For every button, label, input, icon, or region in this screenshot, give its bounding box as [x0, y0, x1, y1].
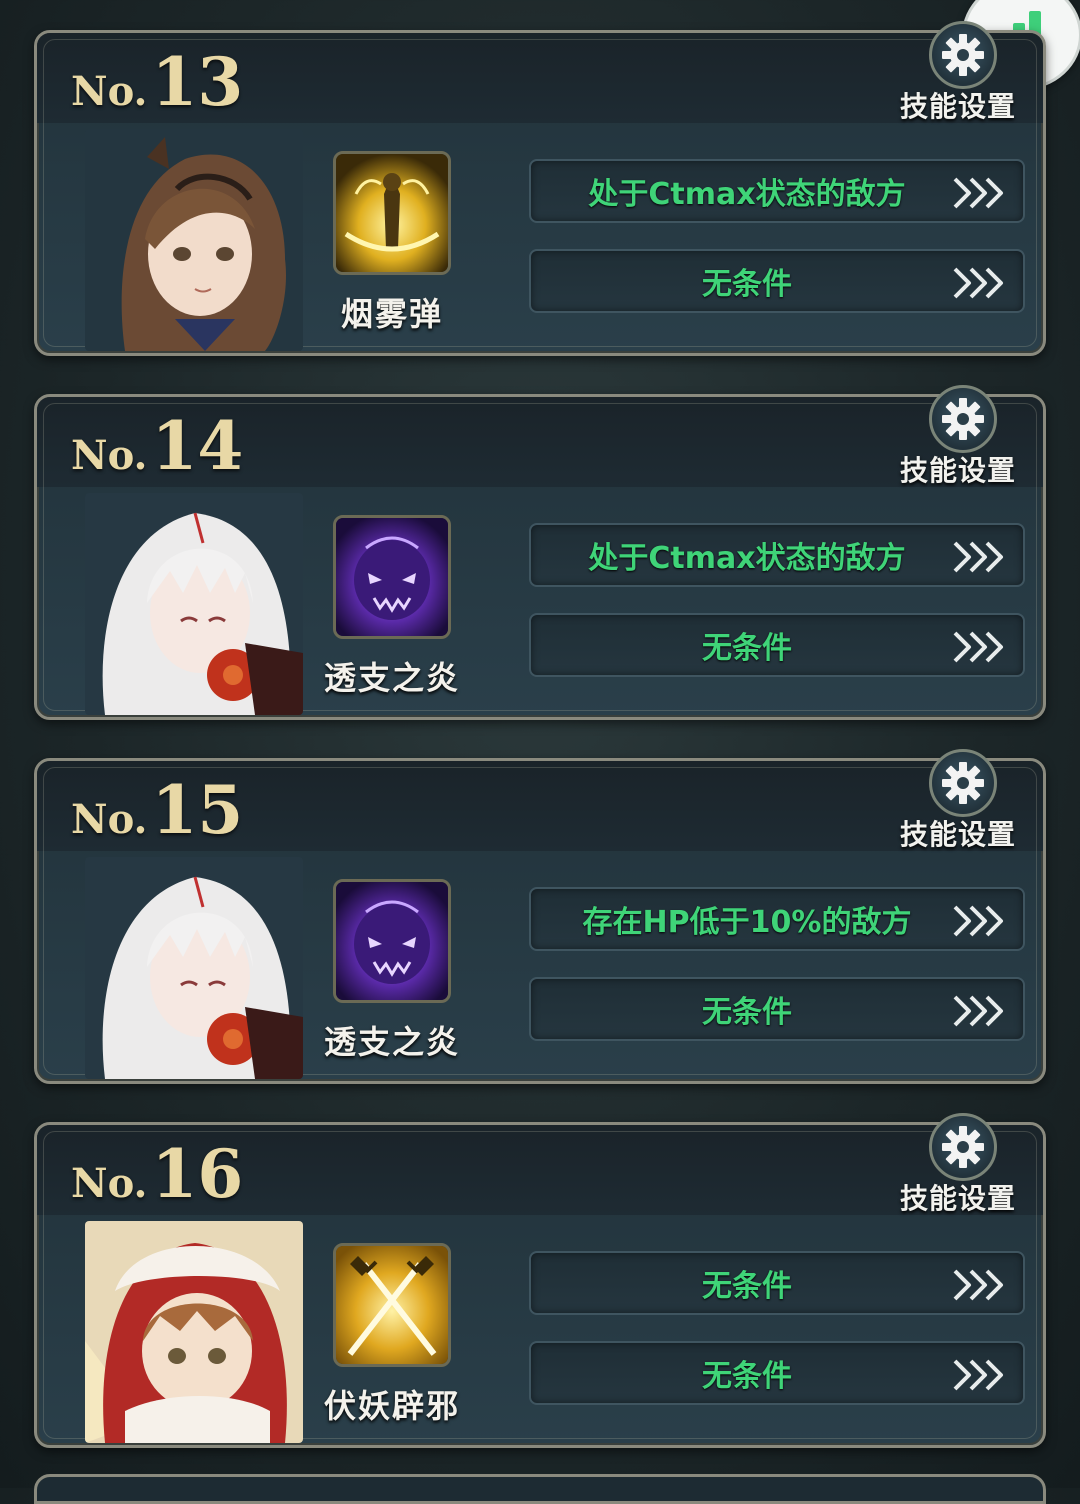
skill-settings-button[interactable]: 技能设置 — [893, 21, 1023, 131]
slot-number: No.15 — [71, 771, 244, 849]
next-card-edge — [34, 1474, 1046, 1504]
condition-selector[interactable]: 无条件 — [529, 1251, 1025, 1315]
slot-number: No.13 — [71, 43, 244, 121]
gear-icon — [929, 1113, 997, 1181]
gear-icon — [929, 21, 997, 89]
skill-slot-card: No.14 技能设置 透支之炎 处于Ctmax状态的敌方 无条件 — [34, 385, 1046, 720]
smoke-bomb-icon — [336, 154, 448, 272]
condition-selector[interactable]: 无条件 — [529, 1341, 1025, 1405]
skill-slot-card: No.13 技能设置 烟雾弹 处于Ctmax状态的敌方 无条件 — [34, 21, 1046, 356]
triple-chevron-icon — [953, 177, 1003, 209]
triple-chevron-icon — [953, 541, 1003, 573]
character-portrait[interactable] — [85, 129, 303, 351]
character-portrait[interactable] — [85, 1221, 303, 1443]
character-portrait[interactable] — [85, 493, 303, 715]
skill-name: 透支之炎 — [323, 1023, 460, 1061]
character-portrait[interactable] — [85, 857, 303, 1079]
triple-chevron-icon — [953, 267, 1003, 299]
winter-hood-girl-portrait — [85, 1221, 303, 1443]
gear-icon — [929, 749, 997, 817]
skill-icon[interactable] — [333, 879, 451, 1003]
triple-chevron-icon — [953, 1359, 1003, 1391]
triple-chevron-icon — [953, 631, 1003, 663]
condition-selector[interactable]: 无条件 — [529, 613, 1025, 677]
triple-chevron-icon — [953, 1269, 1003, 1301]
skill-icon[interactable] — [333, 151, 451, 275]
purple-flame-icon — [336, 882, 448, 1000]
condition-selector[interactable]: 存在HP低于10%的敌方 — [529, 887, 1025, 951]
slot-number: No.14 — [71, 407, 244, 485]
crossed-swords-icon — [336, 1246, 448, 1364]
condition-selector[interactable]: 处于Ctmax状态的敌方 — [529, 523, 1025, 587]
skill-icon[interactable] — [333, 515, 451, 639]
skill-slot-card: No.16 技能设置 伏妖辟邪 无条件 无条件 — [34, 1113, 1046, 1448]
gear-icon — [929, 385, 997, 453]
skill-settings-button[interactable]: 技能设置 — [893, 1113, 1023, 1223]
skill-slot-card: No.15 技能设置 透支之炎 存在HP低于10%的敌方 无条件 — [34, 749, 1046, 1084]
skill-name: 伏妖辟邪 — [323, 1387, 460, 1425]
condition-selector[interactable]: 无条件 — [529, 249, 1025, 313]
purple-flame-icon — [336, 518, 448, 636]
skill-icon[interactable] — [333, 1243, 451, 1367]
condition-selector[interactable]: 无条件 — [529, 977, 1025, 1041]
white-haired-girl-portrait — [85, 857, 303, 1079]
triple-chevron-icon — [953, 995, 1003, 1027]
skill-name: 烟雾弹 — [340, 295, 443, 333]
slot-number: No.16 — [71, 1135, 244, 1213]
skill-name: 透支之炎 — [323, 659, 460, 697]
brown-haired-girl-portrait — [85, 129, 303, 351]
white-haired-girl-portrait — [85, 493, 303, 715]
skill-settings-button[interactable]: 技能设置 — [893, 749, 1023, 859]
skill-settings-button[interactable]: 技能设置 — [893, 385, 1023, 495]
condition-selector[interactable]: 处于Ctmax状态的敌方 — [529, 159, 1025, 223]
triple-chevron-icon — [953, 905, 1003, 937]
